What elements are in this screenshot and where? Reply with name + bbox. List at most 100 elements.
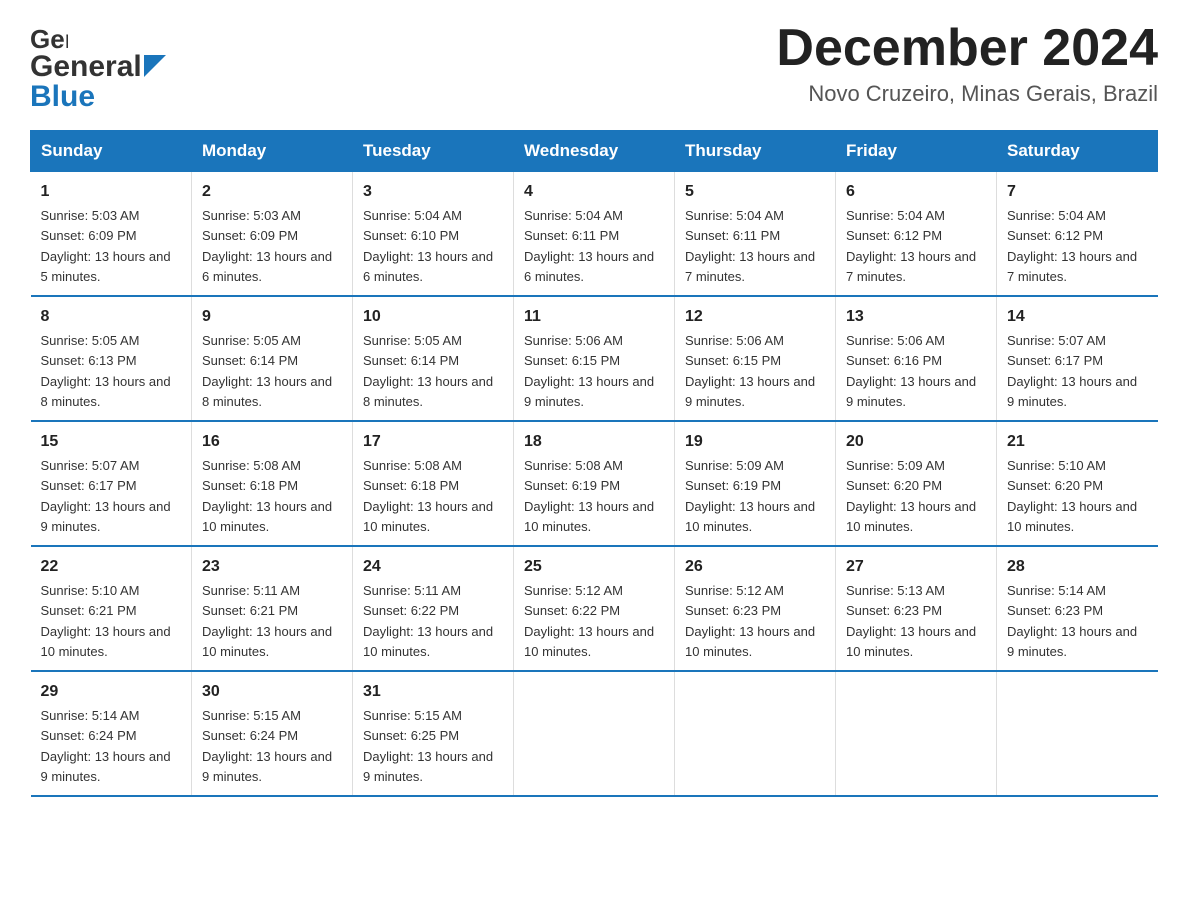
- day-cell: 9Sunrise: 5:05 AMSunset: 6:14 PMDaylight…: [192, 296, 353, 421]
- day-cell: 4 Sunrise: 5:04 AMSunset: 6:11 PMDaylight…: [514, 172, 675, 297]
- day-info: Sunrise: 5:04 AMSunset: 6:11 PMDaylight:…: [685, 208, 815, 284]
- day-number: 16: [202, 430, 342, 454]
- day-cell: 26 Sunrise: 5:12 AMSunset: 6:23 PMDayligh…: [675, 546, 836, 671]
- day-number: 11: [524, 305, 664, 329]
- day-number: 5: [685, 180, 825, 204]
- day-number: 14: [1007, 305, 1148, 329]
- calendar-table: SundayMondayTuesdayWednesdayThursdayFrid…: [30, 130, 1158, 797]
- day-info: Sunrise: 5:04 AMSunset: 6:11 PMDaylight:…: [524, 208, 654, 284]
- logo: General General Blue: [30, 20, 166, 114]
- header-wednesday: Wednesday: [514, 131, 675, 172]
- day-number: 22: [41, 555, 182, 579]
- day-info: Sunrise: 5:04 AMSunset: 6:12 PMDaylight:…: [846, 208, 976, 284]
- day-info: Sunrise: 5:08 AMSunset: 6:18 PMDaylight:…: [363, 458, 493, 534]
- week-row-1: 1 Sunrise: 5:03 AMSunset: 6:09 PMDaylight…: [31, 172, 1158, 297]
- day-cell: 1 Sunrise: 5:03 AMSunset: 6:09 PMDaylight…: [31, 172, 192, 297]
- day-info: Sunrise: 5:07 AMSunset: 6:17 PMDaylight:…: [41, 458, 171, 534]
- day-cell: 31 Sunrise: 5:15 AMSunset: 6:25 PMDayligh…: [353, 671, 514, 796]
- header-monday: Monday: [192, 131, 353, 172]
- logo-general: General: [30, 50, 142, 84]
- day-number: 28: [1007, 555, 1148, 579]
- day-number: 12: [685, 305, 825, 329]
- day-cell: 19 Sunrise: 5:09 AMSunset: 6:19 PMDayligh…: [675, 421, 836, 546]
- week-row-2: 8Sunrise: 5:05 AMSunset: 6:13 PMDaylight…: [31, 296, 1158, 421]
- day-info: Sunrise: 5:11 AMSunset: 6:21 PMDaylight:…: [202, 583, 332, 659]
- day-cell: 21Sunrise: 5:10 AMSunset: 6:20 PMDayligh…: [997, 421, 1158, 546]
- day-number: 20: [846, 430, 986, 454]
- day-cell: 12 Sunrise: 5:06 AMSunset: 6:15 PMDayligh…: [675, 296, 836, 421]
- day-cell: 30Sunrise: 5:15 AMSunset: 6:24 PMDayligh…: [192, 671, 353, 796]
- day-number: 4: [524, 180, 664, 204]
- day-cell: 18Sunrise: 5:08 AMSunset: 6:19 PMDayligh…: [514, 421, 675, 546]
- header-thursday: Thursday: [675, 131, 836, 172]
- day-cell: 24Sunrise: 5:11 AMSunset: 6:22 PMDayligh…: [353, 546, 514, 671]
- day-info: Sunrise: 5:09 AMSunset: 6:19 PMDaylight:…: [685, 458, 815, 534]
- day-cell: 7 Sunrise: 5:04 AMSunset: 6:12 PMDaylight…: [997, 172, 1158, 297]
- day-info: Sunrise: 5:14 AMSunset: 6:24 PMDaylight:…: [41, 708, 171, 784]
- day-info: Sunrise: 5:03 AMSunset: 6:09 PMDaylight:…: [41, 208, 171, 284]
- day-number: 7: [1007, 180, 1148, 204]
- header-sunday: Sunday: [31, 131, 192, 172]
- day-number: 1: [41, 180, 182, 204]
- page-header: General General Blue December 2024 Novo …: [30, 20, 1158, 114]
- day-cell: 20 Sunrise: 5:09 AMSunset: 6:20 PMDayligh…: [836, 421, 997, 546]
- day-number: 31: [363, 680, 503, 704]
- day-info: Sunrise: 5:03 AMSunset: 6:09 PMDaylight:…: [202, 208, 332, 284]
- day-cell: 6 Sunrise: 5:04 AMSunset: 6:12 PMDaylight…: [836, 172, 997, 297]
- calendar-header-row: SundayMondayTuesdayWednesdayThursdayFrid…: [31, 131, 1158, 172]
- title-area: December 2024 Novo Cruzeiro, Minas Gerai…: [776, 20, 1158, 107]
- day-number: 29: [41, 680, 182, 704]
- header-friday: Friday: [836, 131, 997, 172]
- week-row-3: 15 Sunrise: 5:07 AMSunset: 6:17 PMDayligh…: [31, 421, 1158, 546]
- day-number: 10: [363, 305, 503, 329]
- day-number: 6: [846, 180, 986, 204]
- day-cell: 23 Sunrise: 5:11 AMSunset: 6:21 PMDayligh…: [192, 546, 353, 671]
- day-info: Sunrise: 5:09 AMSunset: 6:20 PMDaylight:…: [846, 458, 976, 534]
- day-number: 13: [846, 305, 986, 329]
- day-info: Sunrise: 5:13 AMSunset: 6:23 PMDaylight:…: [846, 583, 976, 659]
- header-tuesday: Tuesday: [353, 131, 514, 172]
- logo-blue: Blue: [30, 80, 95, 113]
- day-info: Sunrise: 5:15 AMSunset: 6:25 PMDaylight:…: [363, 708, 493, 784]
- day-cell: 22 Sunrise: 5:10 AMSunset: 6:21 PMDayligh…: [31, 546, 192, 671]
- day-number: 21: [1007, 430, 1148, 454]
- day-number: 15: [41, 430, 182, 454]
- day-info: Sunrise: 5:08 AMSunset: 6:18 PMDaylight:…: [202, 458, 332, 534]
- day-cell: 17Sunrise: 5:08 AMSunset: 6:18 PMDayligh…: [353, 421, 514, 546]
- day-number: 25: [524, 555, 664, 579]
- day-cell: [514, 671, 675, 796]
- day-cell: 29 Sunrise: 5:14 AMSunset: 6:24 PMDayligh…: [31, 671, 192, 796]
- day-cell: 28 Sunrise: 5:14 AMSunset: 6:23 PMDayligh…: [997, 546, 1158, 671]
- day-cell: 13Sunrise: 5:06 AMSunset: 6:16 PMDayligh…: [836, 296, 997, 421]
- day-cell: 16 Sunrise: 5:08 AMSunset: 6:18 PMDayligh…: [192, 421, 353, 546]
- week-row-5: 29 Sunrise: 5:14 AMSunset: 6:24 PMDayligh…: [31, 671, 1158, 796]
- day-cell: 11Sunrise: 5:06 AMSunset: 6:15 PMDayligh…: [514, 296, 675, 421]
- day-info: Sunrise: 5:14 AMSunset: 6:23 PMDaylight:…: [1007, 583, 1137, 659]
- day-info: Sunrise: 5:06 AMSunset: 6:15 PMDaylight:…: [685, 333, 815, 409]
- day-cell: 10 Sunrise: 5:05 AMSunset: 6:14 PMDayligh…: [353, 296, 514, 421]
- day-number: 19: [685, 430, 825, 454]
- day-info: Sunrise: 5:05 AMSunset: 6:14 PMDaylight:…: [202, 333, 332, 409]
- day-info: Sunrise: 5:04 AMSunset: 6:12 PMDaylight:…: [1007, 208, 1137, 284]
- day-cell: 5 Sunrise: 5:04 AMSunset: 6:11 PMDaylight…: [675, 172, 836, 297]
- day-info: Sunrise: 5:07 AMSunset: 6:17 PMDaylight:…: [1007, 333, 1137, 409]
- day-info: Sunrise: 5:12 AMSunset: 6:22 PMDaylight:…: [524, 583, 654, 659]
- month-title: December 2024: [776, 20, 1158, 77]
- day-cell: 27 Sunrise: 5:13 AMSunset: 6:23 PMDayligh…: [836, 546, 997, 671]
- day-number: 23: [202, 555, 342, 579]
- day-cell: 8Sunrise: 5:05 AMSunset: 6:13 PMDaylight…: [31, 296, 192, 421]
- day-info: Sunrise: 5:10 AMSunset: 6:21 PMDaylight:…: [41, 583, 171, 659]
- day-cell: 2Sunrise: 5:03 AMSunset: 6:09 PMDaylight…: [192, 172, 353, 297]
- day-number: 26: [685, 555, 825, 579]
- day-number: 27: [846, 555, 986, 579]
- location-title: Novo Cruzeiro, Minas Gerais, Brazil: [776, 81, 1158, 107]
- week-row-4: 22 Sunrise: 5:10 AMSunset: 6:21 PMDayligh…: [31, 546, 1158, 671]
- day-cell: [675, 671, 836, 796]
- logo-triangle-icon: [144, 55, 166, 77]
- day-info: Sunrise: 5:12 AMSunset: 6:23 PMDaylight:…: [685, 583, 815, 659]
- day-cell: 3Sunrise: 5:04 AMSunset: 6:10 PMDaylight…: [353, 172, 514, 297]
- day-info: Sunrise: 5:04 AMSunset: 6:10 PMDaylight:…: [363, 208, 493, 284]
- day-info: Sunrise: 5:05 AMSunset: 6:14 PMDaylight:…: [363, 333, 493, 409]
- day-number: 8: [41, 305, 182, 329]
- day-cell: 15 Sunrise: 5:07 AMSunset: 6:17 PMDayligh…: [31, 421, 192, 546]
